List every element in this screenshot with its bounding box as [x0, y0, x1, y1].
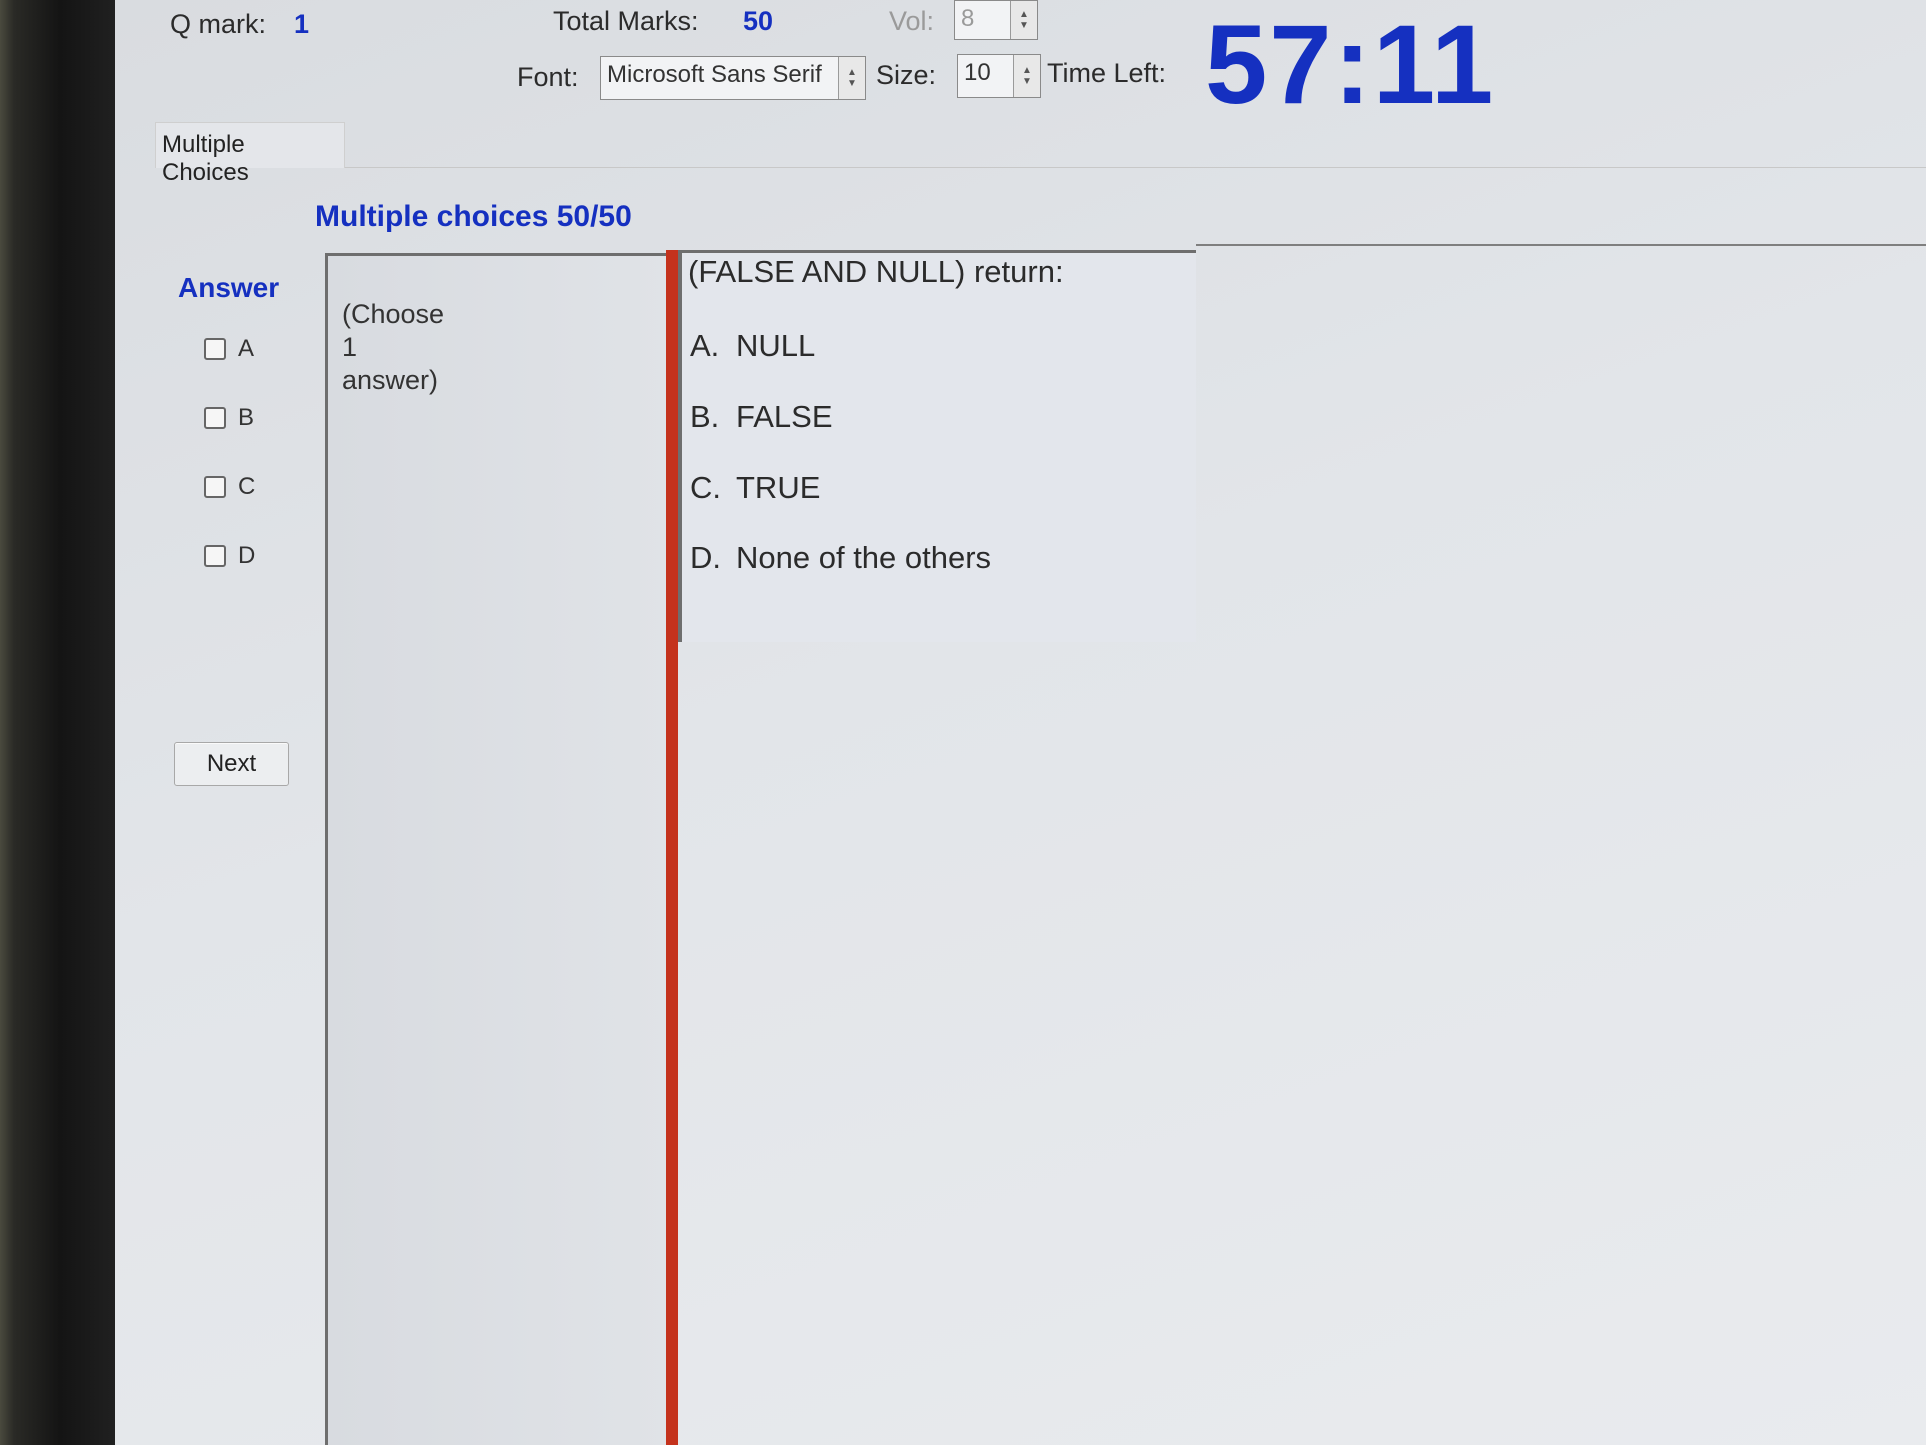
vol-stepper[interactable]: 8 ▲ ▼ — [954, 0, 1038, 40]
choice-text: FALSE — [736, 399, 833, 434]
total-marks-value: 50 — [743, 6, 774, 36]
question-choice: C. TRUE — [690, 470, 820, 506]
q-mark-label: Q mark: — [170, 9, 267, 39]
question-panel — [678, 250, 1196, 642]
arrow-up-icon[interactable]: ▲ — [1019, 9, 1029, 20]
answer-option-c[interactable]: C — [204, 473, 255, 501]
q-mark-value: 1 — [294, 9, 310, 39]
tab-divider — [345, 167, 1926, 168]
size-label: Size: — [876, 60, 937, 90]
instruction-line: answer) — [342, 365, 439, 395]
choice-text: TRUE — [736, 470, 821, 505]
font-label: Font: — [517, 62, 579, 92]
font-value: Microsoft Sans Serif — [607, 61, 822, 88]
total-marks-label: Total Marks: — [553, 6, 699, 36]
answer-option-label: A — [238, 335, 255, 362]
vol-spin-arrows[interactable]: ▲ ▼ — [1010, 1, 1037, 39]
choice-letter: B. — [690, 399, 720, 434]
choice-letter: D. — [690, 540, 721, 575]
instruction-panel — [325, 253, 670, 1445]
arrow-down-icon[interactable]: ▼ — [1019, 20, 1029, 31]
answer-option-label: C — [238, 473, 256, 500]
question-area-border — [1196, 244, 1926, 246]
choice-text: NULL — [736, 328, 816, 363]
answer-option-d[interactable]: D — [204, 542, 255, 570]
size-stepper[interactable]: 10 ▲ ▼ — [957, 54, 1041, 98]
choice-letter: A. — [690, 328, 720, 363]
vol-value: 8 — [961, 5, 975, 32]
answer-option-b[interactable]: B — [204, 404, 254, 432]
size-spin-arrows[interactable]: ▲ ▼ — [1013, 55, 1040, 97]
tab-label: Multiple Choices — [162, 131, 249, 186]
size-value: 10 — [964, 59, 991, 86]
checkbox-d[interactable] — [204, 545, 226, 567]
question-choice: D. None of the others — [690, 540, 991, 576]
tab-multiple-choices[interactable]: Multiple Choices — [155, 122, 345, 186]
choice-text: None of the others — [736, 540, 992, 575]
instruction-line: (Choose — [342, 299, 445, 329]
vol-label: Vol: — [889, 6, 935, 36]
arrow-up-icon[interactable]: ▲ — [847, 67, 857, 78]
monitor-bezel — [0, 0, 115, 1445]
answer-option-a[interactable]: A — [204, 335, 254, 363]
instruction-line: 1 — [342, 332, 358, 362]
arrow-up-icon[interactable]: ▲ — [1022, 65, 1032, 76]
font-select[interactable]: Microsoft Sans Serif ▲ ▼ — [600, 56, 866, 100]
checkbox-b[interactable] — [204, 407, 226, 429]
checkbox-c[interactable] — [204, 476, 226, 498]
panel-splitter[interactable] — [666, 250, 678, 1445]
arrow-down-icon[interactable]: ▼ — [1022, 76, 1032, 87]
answer-option-label: D — [238, 542, 256, 569]
font-spin-arrows[interactable]: ▲ ▼ — [838, 57, 865, 99]
checkbox-a[interactable] — [204, 338, 226, 360]
time-left-value: 57:11 — [1205, 2, 1496, 127]
next-button-label: Next — [206, 750, 257, 777]
question-choice: B. FALSE — [690, 399, 833, 435]
question-choice: A. NULL — [690, 328, 815, 364]
instruction-text: (Choose 1 answer) — [342, 298, 522, 397]
time-left-label: Time Left: — [1047, 58, 1167, 88]
choice-letter: C. — [690, 470, 721, 505]
answer-option-label: B — [238, 404, 255, 431]
section-title: Multiple choices 50/50 — [315, 200, 632, 233]
answer-heading: Answer — [178, 272, 280, 303]
question-text: (FALSE AND NULL) return: — [688, 254, 1064, 289]
next-button[interactable]: Next — [174, 742, 289, 786]
arrow-down-icon[interactable]: ▼ — [847, 78, 857, 89]
